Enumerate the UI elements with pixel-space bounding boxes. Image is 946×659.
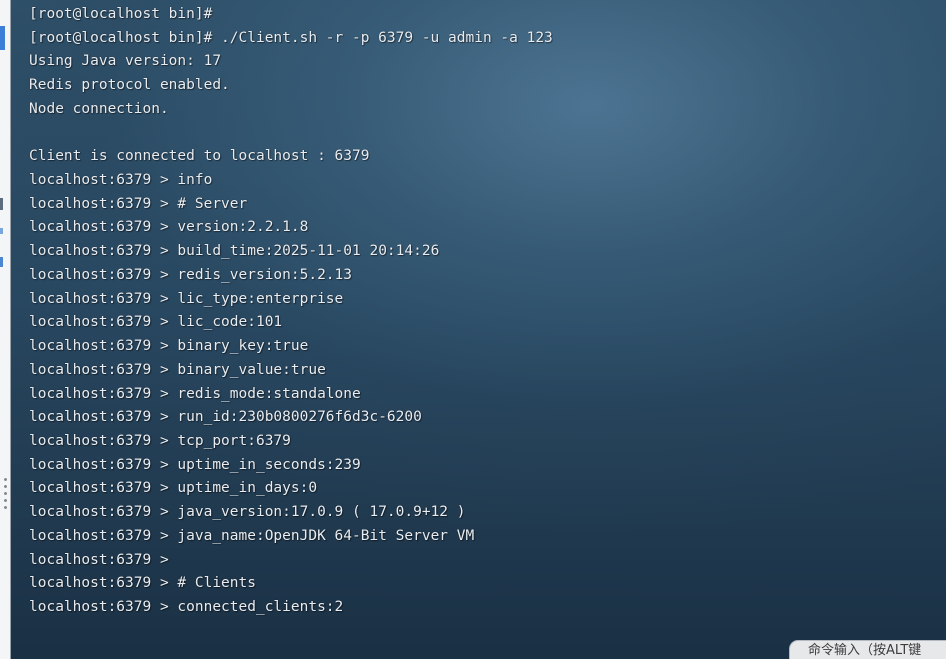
shell-command-text: ./Client.sh -r -p 6379 -u admin -a 123 (221, 29, 553, 46)
client-output-line: localhost:6379 > uptime_in_seconds:239 (29, 454, 946, 478)
side-panel-edge (0, 0, 11, 659)
output-text: redis_version:5.2.13 (177, 266, 353, 283)
client-output-line: localhost:6379 > version:2.2.1.8 (29, 216, 946, 240)
output-text: tcp_port:6379 (177, 432, 291, 449)
startup-output-line: Node connection. (29, 98, 946, 122)
output-text: uptime_in_seconds:239 (177, 456, 361, 473)
client-prompt: localhost:6379 > (29, 195, 169, 212)
client-prompt: localhost:6379 > (29, 172, 169, 189)
client-output-line: localhost:6379 > binary_key:true (29, 335, 946, 359)
client-command-line: localhost:6379 > info (29, 169, 946, 193)
info-section-header-line: localhost:6379 > # Clients (29, 572, 946, 596)
client-output-line: localhost:6379 > lic_type:enterprise (29, 288, 946, 312)
connection-message: Client is connected to localhost : 6379 (29, 148, 370, 165)
client-output-line: localhost:6379 > run_id:230b0800276f6d3c-… (29, 406, 946, 430)
output-text: Node connection. (29, 100, 169, 117)
shell-prompt: [root@localhost bin]# (29, 6, 213, 22)
client-prompt: localhost:6379 > (29, 290, 169, 307)
shell-prompt: [root@localhost bin]# (29, 29, 213, 46)
client-prompt: localhost:6379 > (29, 314, 169, 331)
output-text: build_time:2025-11-01 20:14:26 (177, 243, 440, 260)
client-prompt: localhost:6379 > (29, 219, 169, 236)
client-prompt: localhost:6379 > (29, 432, 169, 449)
side-panel-icon-fragment (0, 257, 3, 267)
side-panel-selected-item[interactable] (0, 26, 5, 50)
client-prompt: localhost:6379 > (29, 266, 169, 283)
client-prompt: localhost:6379 > (29, 598, 169, 615)
output-text: connected_clients:2 (177, 598, 344, 615)
output-text: lic_type:enterprise (177, 290, 344, 307)
output-text: binary_key:true (177, 338, 309, 355)
client-output-line: localhost:6379 > redis_version:5.2.13 (29, 264, 946, 288)
client-prompt: localhost:6379 > (29, 361, 169, 378)
output-text: uptime_in_days:0 (177, 480, 318, 497)
output-text: binary_value:true (177, 361, 326, 378)
terminal-window: [root@localhost bin]# [root@localhost bi… (0, 0, 946, 659)
info-section-header: # Server (177, 195, 248, 212)
side-panel-icon-fragment (0, 198, 3, 210)
info-section-header: # Clients (177, 575, 256, 592)
client-prompt: localhost:6379 > (29, 338, 169, 355)
client-command-text: info (177, 172, 213, 189)
shell-command-line: [root@localhost bin]# ./Client.sh -r -p 6… (29, 27, 946, 51)
startup-output-line: Using Java version: 17 (29, 50, 946, 74)
client-output-line: localhost:6379 > redis_mode:standalone (29, 383, 946, 407)
client-output-line: localhost:6379 > binary_value:true (29, 359, 946, 383)
client-output-line: localhost:6379 > java_version:17.0.9 ( 17… (29, 501, 946, 525)
client-output-line: localhost:6379 > java_name:OpenJDK 64-Bit… (29, 525, 946, 549)
client-prompt: localhost:6379 > (29, 243, 169, 260)
client-prompt: localhost:6379 > (29, 504, 169, 521)
output-text: lic_code:101 (177, 314, 283, 331)
client-output-line: localhost:6379 > tcp_port:6379 (29, 430, 946, 454)
output-text: java_name:OpenJDK 64-Bit Server VM (177, 527, 475, 544)
info-section-header-line: localhost:6379 > # Server (29, 193, 946, 217)
output-text: run_id:230b0800276f6d3c-6200 (177, 409, 422, 426)
client-output-line: localhost:6379 > lic_code:101 (29, 311, 946, 335)
output-text: Using Java version: 17 (29, 53, 222, 70)
startup-output-line: Redis protocol enabled. (29, 74, 946, 98)
command-input-bar[interactable] (789, 640, 946, 659)
client-prompt: localhost:6379 > (29, 527, 169, 544)
output-text: java_version:17.0.9 ( 17.0.9+12 ) (177, 504, 466, 521)
output-text: version:2.2.1.8 (177, 219, 309, 236)
client-output-line: localhost:6379 > build_time:2025-11-01 20… (29, 240, 946, 264)
connection-message-line: Client is connected to localhost : 6379 (29, 145, 946, 169)
client-prompt: localhost:6379 > (29, 456, 169, 473)
side-panel-icon-fragment (0, 228, 3, 234)
client-output-line: localhost:6379 > connected_clients:2 (29, 596, 946, 620)
client-output-line: localhost:6379 > uptime_in_days:0 (29, 477, 946, 501)
splitter-grip-handle[interactable] (4, 478, 7, 513)
client-prompt: localhost:6379 > (29, 575, 169, 592)
output-text: Redis protocol enabled. (29, 77, 230, 94)
client-prompt: localhost:6379 > (29, 551, 169, 568)
client-empty-prompt-line: localhost:6379 > (29, 549, 946, 573)
client-prompt: localhost:6379 > (29, 385, 169, 402)
shell-prompt-line: [root@localhost bin]# (29, 3, 946, 27)
client-prompt: localhost:6379 > (29, 480, 169, 497)
output-text: redis_mode:standalone (177, 385, 361, 402)
client-prompt: localhost:6379 > (29, 409, 169, 426)
terminal-viewport[interactable]: [root@localhost bin]# [root@localhost bi… (11, 0, 946, 659)
